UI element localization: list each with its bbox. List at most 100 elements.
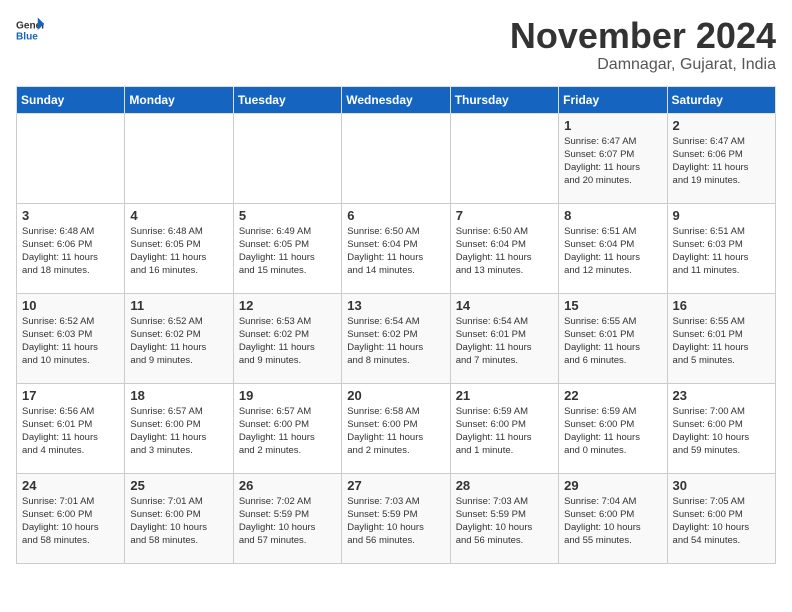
calendar-day-header: Thursday: [450, 86, 558, 113]
day-number: 1: [564, 118, 661, 133]
calendar-cell: 4 Sunrise: 6:48 AM Sunset: 6:05 PM Daylig…: [125, 203, 233, 293]
day-info: Sunrise: 6:51 AM Sunset: 6:04 PM Dayligh…: [564, 225, 661, 278]
day-number: 27: [347, 478, 444, 493]
day-info: Sunrise: 6:59 AM Sunset: 6:00 PM Dayligh…: [564, 405, 661, 458]
day-number: 20: [347, 388, 444, 403]
location: Damnagar, Gujarat, India: [510, 56, 776, 74]
day-info: Sunrise: 7:02 AM Sunset: 5:59 PM Dayligh…: [239, 495, 336, 548]
day-number: 15: [564, 298, 661, 313]
day-info: Sunrise: 6:48 AM Sunset: 6:06 PM Dayligh…: [22, 225, 119, 278]
calendar-cell: 27 Sunrise: 7:03 AM Sunset: 5:59 PM Dayli…: [342, 473, 450, 563]
page-header: General Blue November 2024 Damnagar, Guj…: [16, 16, 776, 74]
day-info: Sunrise: 6:52 AM Sunset: 6:02 PM Dayligh…: [130, 315, 227, 368]
day-number: 10: [22, 298, 119, 313]
day-info: Sunrise: 6:59 AM Sunset: 6:00 PM Dayligh…: [456, 405, 553, 458]
calendar-cell: [17, 113, 125, 203]
calendar-cell: [450, 113, 558, 203]
calendar-cell: 23Sunrise: 7:00 AM Sunset: 6:00 PM Dayli…: [667, 383, 775, 473]
day-info: Sunrise: 6:55 AM Sunset: 6:01 PM Dayligh…: [673, 315, 770, 368]
calendar-cell: 14Sunrise: 6:54 AM Sunset: 6:01 PM Dayli…: [450, 293, 558, 383]
day-info: Sunrise: 6:55 AM Sunset: 6:01 PM Dayligh…: [564, 315, 661, 368]
calendar-cell: 15 Sunrise: 6:55 AM Sunset: 6:01 PM Dayli…: [559, 293, 667, 383]
day-info: Sunrise: 6:50 AM Sunset: 6:04 PM Dayligh…: [347, 225, 444, 278]
calendar-cell: 19Sunrise: 6:57 AM Sunset: 6:00 PM Dayli…: [233, 383, 341, 473]
calendar-day-header: Monday: [125, 86, 233, 113]
calendar-cell: 8 Sunrise: 6:51 AM Sunset: 6:04 PM Daylig…: [559, 203, 667, 293]
day-number: 2: [673, 118, 770, 133]
calendar-day-header: Saturday: [667, 86, 775, 113]
day-number: 6: [347, 208, 444, 223]
day-number: 29: [564, 478, 661, 493]
calendar-week-row: 3 Sunrise: 6:48 AM Sunset: 6:06 PM Daylig…: [17, 203, 776, 293]
calendar-week-row: 24 Sunrise: 7:01 AM Sunset: 6:00 PM Dayli…: [17, 473, 776, 563]
calendar-cell: 3 Sunrise: 6:48 AM Sunset: 6:06 PM Daylig…: [17, 203, 125, 293]
calendar-day-header: Tuesday: [233, 86, 341, 113]
day-info: Sunrise: 7:05 AM Sunset: 6:00 PM Dayligh…: [673, 495, 770, 548]
day-number: 25: [130, 478, 227, 493]
day-number: 13: [347, 298, 444, 313]
day-number: 24: [22, 478, 119, 493]
day-number: 3: [22, 208, 119, 223]
calendar-cell: 6 Sunrise: 6:50 AM Sunset: 6:04 PM Daylig…: [342, 203, 450, 293]
day-info: Sunrise: 7:03 AM Sunset: 5:59 PM Dayligh…: [347, 495, 444, 548]
day-info: Sunrise: 6:57 AM Sunset: 6:00 PM Dayligh…: [239, 405, 336, 458]
day-number: 28: [456, 478, 553, 493]
day-info: Sunrise: 6:57 AM Sunset: 6:00 PM Dayligh…: [130, 405, 227, 458]
day-number: 18: [130, 388, 227, 403]
day-info: Sunrise: 6:47 AM Sunset: 6:06 PM Dayligh…: [673, 135, 770, 188]
day-info: Sunrise: 6:56 AM Sunset: 6:01 PM Dayligh…: [22, 405, 119, 458]
day-number: 17: [22, 388, 119, 403]
day-info: Sunrise: 6:48 AM Sunset: 6:05 PM Dayligh…: [130, 225, 227, 278]
svg-text:Blue: Blue: [16, 31, 38, 42]
calendar-cell: 13 Sunrise: 6:54 AM Sunset: 6:02 PM Dayli…: [342, 293, 450, 383]
calendar-day-header: Sunday: [17, 86, 125, 113]
day-number: 30: [673, 478, 770, 493]
day-info: Sunrise: 6:53 AM Sunset: 6:02 PM Dayligh…: [239, 315, 336, 368]
calendar-cell: 18 Sunrise: 6:57 AM Sunset: 6:00 PM Dayli…: [125, 383, 233, 473]
calendar-cell: 7 Sunrise: 6:50 AM Sunset: 6:04 PM Daylig…: [450, 203, 558, 293]
calendar-cell: 26 Sunrise: 7:02 AM Sunset: 5:59 PM Dayli…: [233, 473, 341, 563]
calendar-cell: [342, 113, 450, 203]
day-info: Sunrise: 6:54 AM Sunset: 6:02 PM Dayligh…: [347, 315, 444, 368]
calendar-table: SundayMondayTuesdayWednesdayThursdayFrid…: [16, 86, 776, 564]
day-number: 22: [564, 388, 661, 403]
day-info: Sunrise: 6:51 AM Sunset: 6:03 PM Dayligh…: [673, 225, 770, 278]
calendar-cell: [125, 113, 233, 203]
calendar-cell: 2 Sunrise: 6:47 AM Sunset: 6:06 PM Daylig…: [667, 113, 775, 203]
day-info: Sunrise: 6:47 AM Sunset: 6:07 PM Dayligh…: [564, 135, 661, 188]
day-info: Sunrise: 6:50 AM Sunset: 6:04 PM Dayligh…: [456, 225, 553, 278]
calendar-week-row: 10 Sunrise: 6:52 AM Sunset: 6:03 PM Dayli…: [17, 293, 776, 383]
day-info: Sunrise: 7:03 AM Sunset: 5:59 PM Dayligh…: [456, 495, 553, 548]
calendar-cell: 29 Sunrise: 7:04 AM Sunset: 6:00 PM Dayli…: [559, 473, 667, 563]
day-info: Sunrise: 7:01 AM Sunset: 6:00 PM Dayligh…: [22, 495, 119, 548]
calendar-cell: 12Sunrise: 6:53 AM Sunset: 6:02 PM Dayli…: [233, 293, 341, 383]
calendar-cell: 24 Sunrise: 7:01 AM Sunset: 6:00 PM Dayli…: [17, 473, 125, 563]
day-number: 26: [239, 478, 336, 493]
calendar-cell: 21 Sunrise: 6:59 AM Sunset: 6:00 PM Dayli…: [450, 383, 558, 473]
calendar-cell: [233, 113, 341, 203]
logo-icon: General Blue: [16, 16, 44, 44]
calendar-day-header: Friday: [559, 86, 667, 113]
day-number: 5: [239, 208, 336, 223]
day-info: Sunrise: 6:54 AM Sunset: 6:01 PM Dayligh…: [456, 315, 553, 368]
logo: General Blue: [16, 16, 44, 44]
calendar-cell: 16 Sunrise: 6:55 AM Sunset: 6:01 PM Dayli…: [667, 293, 775, 383]
day-number: 4: [130, 208, 227, 223]
month-title: November 2024: [510, 16, 776, 56]
calendar-cell: 5Sunrise: 6:49 AM Sunset: 6:05 PM Daylig…: [233, 203, 341, 293]
day-info: Sunrise: 7:04 AM Sunset: 6:00 PM Dayligh…: [564, 495, 661, 548]
day-info: Sunrise: 6:58 AM Sunset: 6:00 PM Dayligh…: [347, 405, 444, 458]
calendar-week-row: 17 Sunrise: 6:56 AM Sunset: 6:01 PM Dayli…: [17, 383, 776, 473]
calendar-header-row: SundayMondayTuesdayWednesdayThursdayFrid…: [17, 86, 776, 113]
calendar-cell: 10 Sunrise: 6:52 AM Sunset: 6:03 PM Dayli…: [17, 293, 125, 383]
day-number: 7: [456, 208, 553, 223]
day-info: Sunrise: 6:52 AM Sunset: 6:03 PM Dayligh…: [22, 315, 119, 368]
day-number: 21: [456, 388, 553, 403]
day-number: 16: [673, 298, 770, 313]
calendar-day-header: Wednesday: [342, 86, 450, 113]
calendar-cell: 30 Sunrise: 7:05 AM Sunset: 6:00 PM Dayli…: [667, 473, 775, 563]
calendar-cell: 28 Sunrise: 7:03 AM Sunset: 5:59 PM Dayli…: [450, 473, 558, 563]
day-number: 8: [564, 208, 661, 223]
calendar-cell: 25Sunrise: 7:01 AM Sunset: 6:00 PM Dayli…: [125, 473, 233, 563]
calendar-cell: 1 Sunrise: 6:47 AM Sunset: 6:07 PM Daylig…: [559, 113, 667, 203]
